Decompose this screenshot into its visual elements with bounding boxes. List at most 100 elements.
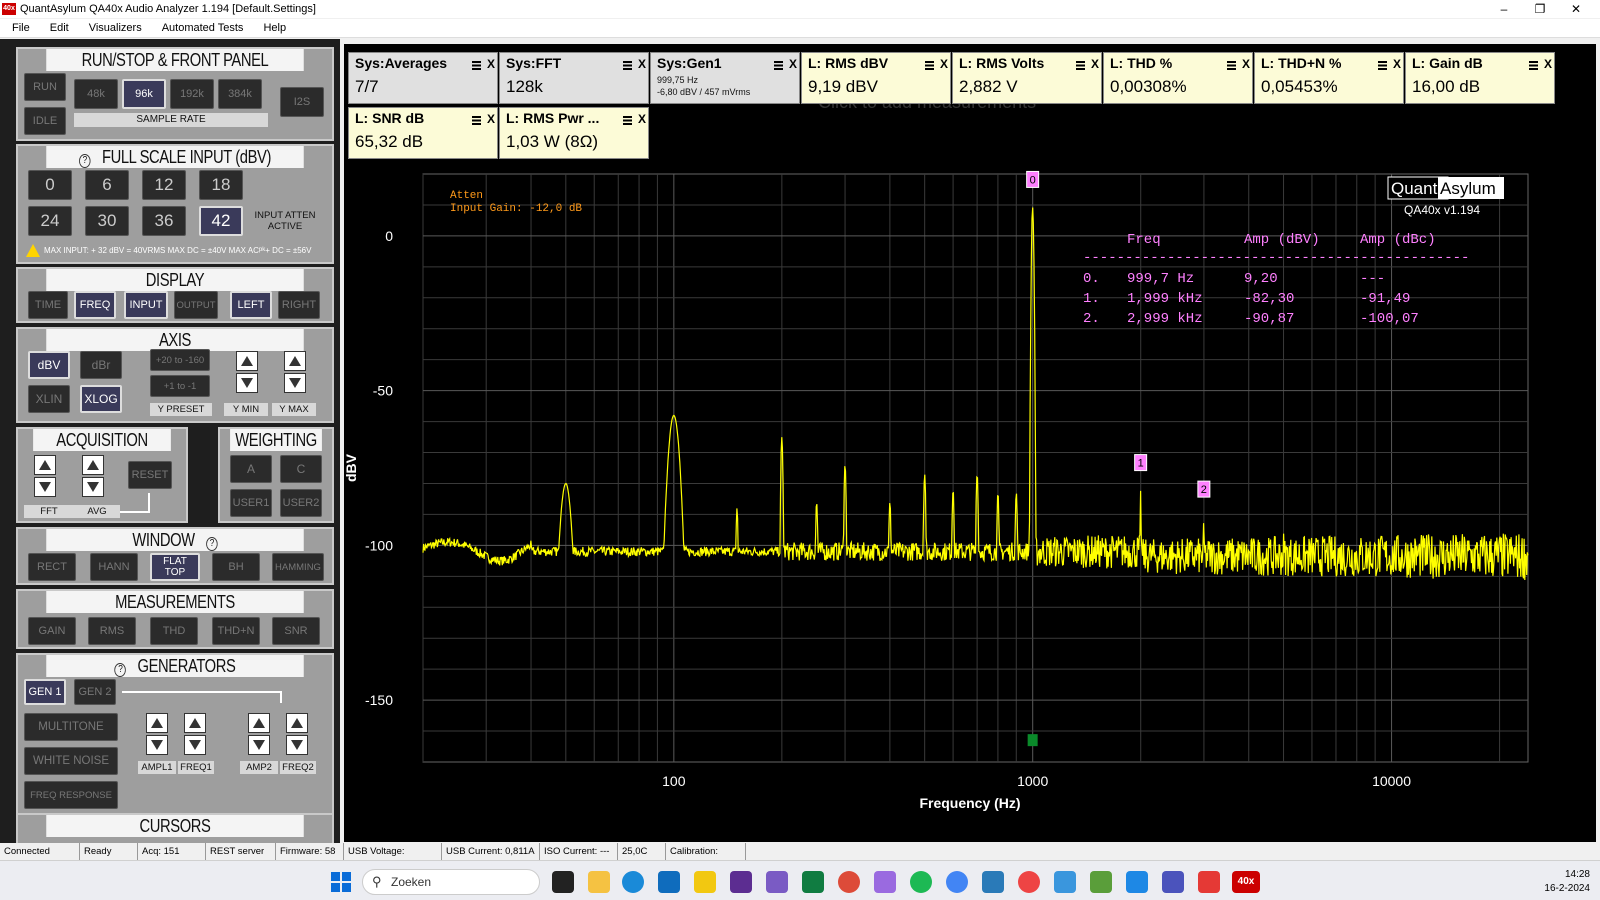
- rate-384k-button[interactable]: 384k: [218, 79, 262, 109]
- taskbar-search[interactable]: ⚲ Zoeken: [362, 869, 540, 895]
- y-preset-1-1-button[interactable]: +1 to -1: [150, 375, 210, 397]
- window-flat-top-button[interactable]: FLAT TOP: [150, 553, 200, 581]
- help-icon[interactable]: ?: [206, 537, 218, 551]
- window-label: WINDOW: [132, 530, 195, 550]
- windows-start-icon[interactable]: [330, 871, 352, 893]
- fft-up-button[interactable]: [34, 455, 56, 475]
- help-icon[interactable]: ?: [114, 663, 127, 677]
- white-noise-button[interactable]: WHITE NOISE: [24, 747, 118, 775]
- rate-48k-button[interactable]: 48k: [74, 79, 118, 109]
- fsi-0-button[interactable]: 0: [28, 170, 72, 200]
- rate-192k-button[interactable]: 192k: [170, 79, 214, 109]
- spectrum-plot[interactable]: 0 -50 -100 -150 100 1000 10000 0 1 2 Atten Inpu…: [344, 44, 1596, 842]
- display-freq-button[interactable]: FREQ: [74, 291, 116, 319]
- i2s-button[interactable]: I2S: [280, 87, 324, 117]
- notepad-icon[interactable]: [1126, 871, 1148, 893]
- freq-response-button[interactable]: FREQ RESPONSE: [24, 781, 118, 809]
- weighting-user1-button[interactable]: USER1: [230, 489, 272, 517]
- menu-visualizers[interactable]: Visualizers: [89, 22, 142, 34]
- axis-dbv-button[interactable]: dBV: [28, 351, 70, 379]
- axis-dbr-button[interactable]: dBr: [80, 351, 122, 379]
- meas-gain-button[interactable]: GAIN: [28, 617, 76, 645]
- tool-icon[interactable]: [982, 871, 1004, 893]
- chrome-2-icon[interactable]: [946, 871, 968, 893]
- avg-down-button[interactable]: [82, 477, 104, 497]
- freq1-down-button[interactable]: [184, 735, 206, 755]
- fsi-6-button[interactable]: 6: [85, 170, 129, 200]
- idle-button[interactable]: IDLE: [24, 107, 66, 135]
- menu-edit[interactable]: Edit: [50, 22, 69, 34]
- meas-thdn-button[interactable]: THD+N: [212, 617, 260, 645]
- y-min-up-button[interactable]: [236, 351, 258, 371]
- pdf-icon[interactable]: [1198, 871, 1220, 893]
- amp2-down-button[interactable]: [248, 735, 270, 755]
- chart-app-icon[interactable]: [1090, 871, 1112, 893]
- powerbi-icon[interactable]: [694, 871, 716, 893]
- file-explorer-icon[interactable]: [588, 871, 610, 893]
- amp2-up-button[interactable]: [248, 713, 270, 733]
- y-min-down-button[interactable]: [236, 373, 258, 393]
- rate-96k-button[interactable]: 96k: [122, 79, 166, 109]
- measurements-panel: MEASUREMENTS GAIN RMS THD THD+N SNR: [16, 589, 334, 649]
- display-time-button[interactable]: TIME: [28, 291, 68, 319]
- gen1-button[interactable]: GEN 1: [24, 679, 66, 705]
- display-left-button[interactable]: LEFT: [230, 291, 272, 319]
- display-input-button[interactable]: INPUT: [124, 291, 168, 319]
- avg-up-button[interactable]: [82, 455, 104, 475]
- excel-icon[interactable]: [802, 871, 824, 893]
- y-max-down-button[interactable]: [284, 373, 306, 393]
- fsi-24-button[interactable]: 24: [28, 206, 72, 236]
- ampl1-down-button[interactable]: [146, 735, 168, 755]
- window-hamming-button[interactable]: HAMMING: [272, 553, 324, 581]
- chrome-icon[interactable]: [838, 871, 860, 893]
- app-icon[interactable]: [874, 871, 896, 893]
- visual-studio-icon[interactable]: [730, 871, 752, 893]
- sample-rate-label: SAMPLE RATE: [74, 113, 268, 127]
- teams-icon[interactable]: [1162, 871, 1184, 893]
- maximize-button[interactable]: ❐: [1522, 0, 1558, 18]
- minimize-button[interactable]: –: [1486, 0, 1522, 18]
- fsi-18-button[interactable]: 18: [199, 170, 243, 200]
- menu-help[interactable]: Help: [263, 22, 286, 34]
- axis-xlin-button[interactable]: XLIN: [28, 385, 70, 413]
- window-rect-button[interactable]: RECT: [28, 553, 76, 581]
- run-button[interactable]: RUN: [24, 73, 66, 101]
- qa40x-taskbar-icon[interactable]: 40x: [1232, 871, 1260, 893]
- acq-reset-button[interactable]: RESET: [128, 461, 172, 489]
- weighting-user2-button[interactable]: USER2: [280, 489, 322, 517]
- gen2-button[interactable]: GEN 2: [74, 679, 116, 705]
- help-icon[interactable]: ?: [79, 154, 91, 168]
- fft-down-button[interactable]: [34, 477, 56, 497]
- multitone-button[interactable]: MULTITONE: [24, 713, 118, 741]
- chrome-3-icon[interactable]: [1018, 871, 1040, 893]
- y-max-up-button[interactable]: [284, 351, 306, 371]
- weighting-c-button[interactable]: C: [280, 455, 322, 483]
- fsi-30-button[interactable]: 30: [85, 206, 129, 236]
- window-bh-button[interactable]: BH: [212, 553, 260, 581]
- fsi-12-button[interactable]: 12: [142, 170, 186, 200]
- meas-snr-button[interactable]: SNR: [272, 617, 320, 645]
- display-output-button[interactable]: OUTPUT: [174, 291, 218, 319]
- display-right-button[interactable]: RIGHT: [278, 291, 320, 319]
- meas-thd-button[interactable]: THD: [150, 617, 198, 645]
- window-hann-button[interactable]: HANN: [90, 553, 138, 581]
- task-view-icon[interactable]: [552, 871, 574, 893]
- app-2-icon[interactable]: [1054, 871, 1076, 893]
- axis-xlog-button[interactable]: XLOG: [80, 385, 122, 413]
- fsi-36-button[interactable]: 36: [142, 206, 186, 236]
- fsi-42-button[interactable]: 42: [199, 206, 243, 236]
- menu-file[interactable]: File: [12, 22, 30, 34]
- y-preset-20-160-button[interactable]: +20 to -160: [150, 349, 210, 371]
- close-button[interactable]: ✕: [1558, 0, 1594, 18]
- freq2-down-button[interactable]: [286, 735, 308, 755]
- meas-rms-button[interactable]: RMS: [88, 617, 136, 645]
- freq1-up-button[interactable]: [184, 713, 206, 733]
- visual-studio-2-icon[interactable]: [766, 871, 788, 893]
- menu-automated-tests[interactable]: Automated Tests: [162, 22, 244, 34]
- outlook-icon[interactable]: [658, 871, 680, 893]
- ampl1-up-button[interactable]: [146, 713, 168, 733]
- edge-icon[interactable]: [622, 871, 644, 893]
- freq2-up-button[interactable]: [286, 713, 308, 733]
- weighting-a-button[interactable]: A: [230, 455, 272, 483]
- spotify-icon[interactable]: [910, 871, 932, 893]
